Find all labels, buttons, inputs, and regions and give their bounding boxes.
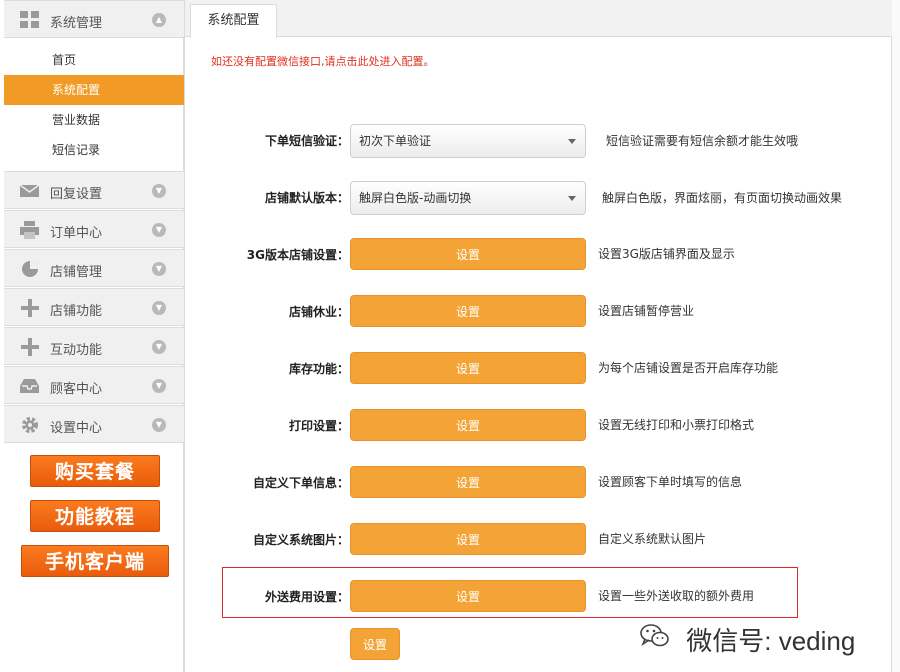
row-label-3g-store: 3G版本店铺设置：	[246, 248, 349, 262]
sidebar: 系统管理 ▲ 首页 系统配置 营业数据 短信记录 回复设置 ▼ 订单中心 ▼ 店…	[4, 0, 184, 672]
menu-store-management[interactable]: 店铺管理 ▼	[4, 249, 184, 287]
custom-order-info-settings-button[interactable]: 设置	[350, 466, 586, 498]
print-settings-button[interactable]: 设置	[350, 409, 586, 441]
inventory-settings-button[interactable]: 设置	[350, 352, 586, 384]
custom-images-settings-button[interactable]: 设置	[350, 523, 586, 555]
sidebar-item-business-data[interactable]: 营业数据	[4, 105, 184, 135]
menu-label: 顾客中心	[50, 382, 103, 397]
row-label-custom-images: 自定义系统图片：	[252, 533, 349, 547]
inbox-icon	[20, 377, 40, 395]
chevron-down-icon[interactable]: ▼	[152, 418, 166, 432]
envelope-icon	[19, 182, 40, 200]
row-label-custom-order-info: 自定义下单信息：	[252, 476, 349, 490]
buy-package-button[interactable]: 购买套餐	[30, 455, 160, 487]
watermark: 微信号: veding	[640, 622, 855, 658]
menu-store-functions[interactable]: 店铺功能 ▼	[4, 288, 184, 326]
pie-chart-icon	[20, 260, 40, 278]
menu-interactive-functions[interactable]: 互动功能 ▼	[4, 327, 184, 365]
menu-label: 订单中心	[50, 226, 103, 241]
chevron-down-icon[interactable]: ▼	[152, 301, 166, 315]
menu-system-management[interactable]: 系统管理 ▲	[4, 0, 184, 38]
menu-label: 店铺管理	[50, 265, 103, 280]
plus-icon	[20, 338, 40, 356]
row-desc-3g-store: 设置3G版店铺界面及显示	[598, 247, 735, 261]
tutorial-button[interactable]: 功能教程	[30, 500, 160, 532]
chevron-down-icon[interactable]: ▼	[152, 340, 166, 354]
wechat-icon	[640, 623, 670, 659]
row-label-delivery-fee: 外送费用设置：	[264, 590, 349, 604]
caret-down-icon	[568, 196, 576, 201]
menu-label: 店铺功能	[50, 304, 103, 319]
menu-order-center[interactable]: 订单中心 ▼	[4, 210, 184, 248]
printer-icon	[20, 221, 40, 239]
menu-label: 回复设置	[50, 187, 103, 202]
grid-icon	[20, 11, 40, 29]
menu-reply-settings[interactable]: 回复设置 ▼	[4, 171, 184, 209]
delivery-fee-settings-button[interactable]: 设置	[350, 580, 586, 612]
row-desc-print: 设置无线打印和小票打印格式	[598, 418, 755, 432]
row-desc-delivery-fee: 设置一些外送收取的额外费用	[598, 589, 755, 603]
mobile-client-button[interactable]: 手机客户端	[21, 545, 169, 577]
save-button[interactable]: 设置	[350, 628, 400, 660]
menu-settings-center[interactable]: 设置中心 ▼	[4, 405, 184, 443]
chevron-down-icon[interactable]: ▼	[152, 184, 166, 198]
row-desc-sms-verify: 短信验证需要有短信余额才能生效哦	[606, 134, 799, 148]
row-label-sms-verify: 下单短信验证：	[264, 134, 349, 148]
select-value: 初次下单验证	[359, 134, 432, 148]
watermark-text: 微信号: veding	[686, 625, 856, 656]
row-label-print: 打印设置：	[288, 419, 349, 433]
sms-verify-select[interactable]: 初次下单验证	[350, 124, 586, 158]
row-desc-store-closed: 设置店铺暂停营业	[598, 304, 695, 318]
caret-down-icon	[568, 139, 576, 144]
select-value: 触屏白色版-动画切换	[359, 191, 472, 205]
row-desc-custom-order-info: 设置顾客下单时填写的信息	[598, 475, 743, 489]
sidebar-item-sms-records[interactable]: 短信记录	[4, 135, 184, 165]
sidebar-item-system-config[interactable]: 系统配置	[4, 75, 184, 105]
chevron-up-icon[interactable]: ▲	[152, 13, 166, 27]
row-desc-default-version: 触屏白色版，界面炫丽，有页面切换动画效果	[602, 191, 843, 205]
row-desc-custom-images: 自定义系统默认图片	[598, 532, 707, 546]
menu-label: 设置中心	[50, 421, 103, 436]
sidebar-item-home[interactable]: 首页	[4, 45, 184, 75]
row-label-inventory: 库存功能：	[288, 362, 349, 376]
menu-label: 互动功能	[50, 343, 103, 358]
chevron-down-icon[interactable]: ▼	[152, 223, 166, 237]
tab-bar: 系统配置	[185, 0, 893, 38]
menu-label: 系统管理	[50, 16, 103, 31]
chevron-down-icon[interactable]: ▼	[152, 379, 166, 393]
row-label-default-version: 店铺默认版本：	[264, 191, 349, 205]
tab-system-config[interactable]: 系统配置	[190, 4, 277, 38]
plus-icon	[20, 299, 40, 317]
chevron-down-icon[interactable]: ▼	[152, 262, 166, 276]
default-version-select[interactable]: 触屏白色版-动画切换	[350, 181, 586, 215]
3g-store-settings-button[interactable]: 设置	[350, 238, 586, 270]
wechat-config-notice-link[interactable]: 如还没有配置微信接口,请点击此处进入配置。	[211, 53, 435, 69]
row-desc-inventory: 为每个店铺设置是否开启库存功能	[598, 361, 779, 375]
scrollbar-track[interactable]	[892, 0, 900, 672]
store-closed-settings-button[interactable]: 设置	[350, 295, 586, 327]
row-label-store-closed: 店铺休业：	[288, 305, 349, 319]
menu-customer-center[interactable]: 顾客中心 ▼	[4, 366, 184, 404]
gear-icon	[20, 416, 40, 434]
